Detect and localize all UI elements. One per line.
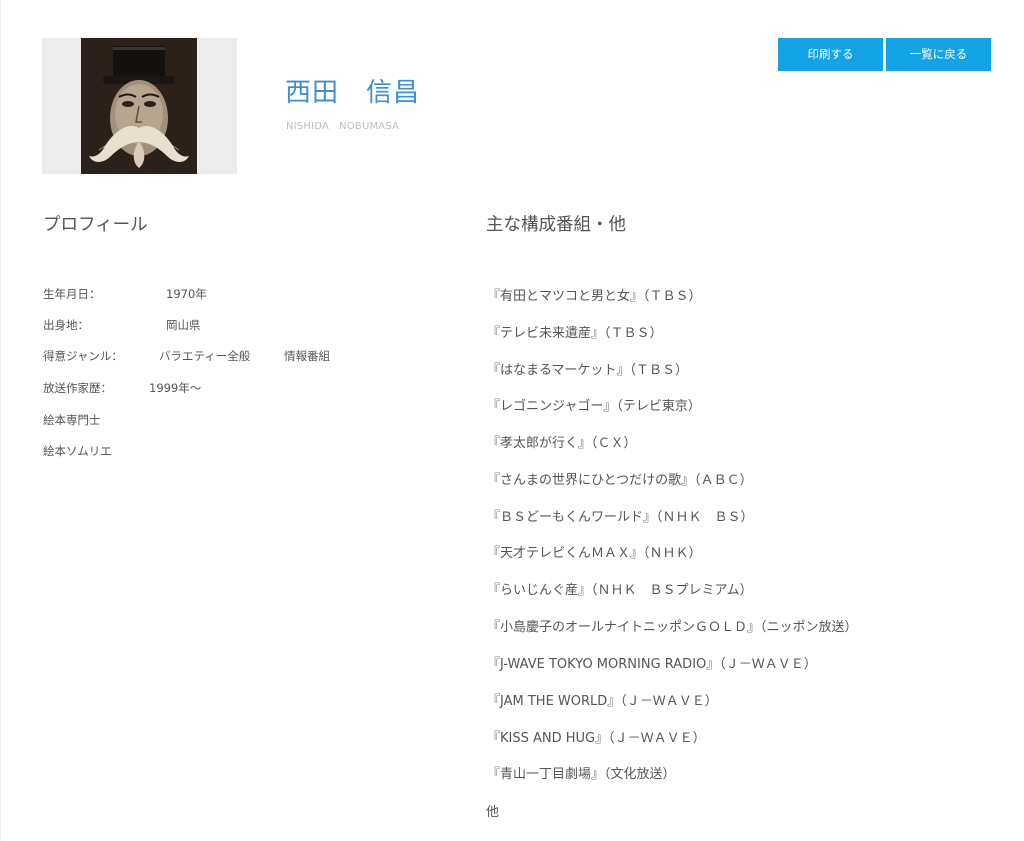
profile-label: 絵本専門士	[43, 413, 101, 427]
print-button[interactable]: 印刷する	[778, 38, 883, 71]
works-item: 『孝太郎が行く』（ＣＸ）	[487, 436, 637, 451]
profile-label: 出身地：	[43, 318, 89, 332]
works-item: 『はなまるマーケット』（ＴＢＳ）	[487, 363, 688, 378]
portrait-frame	[42, 38, 237, 174]
works-item: 『小島慶子のオールナイトニッポンＧＯＬＤ』（ニッポン放送）	[487, 620, 858, 635]
works-item: 『レゴニンジャゴー』（テレビ東京）	[487, 399, 701, 414]
works-item: 『有田とマツコと男と女』（ＴＢＳ）	[487, 289, 702, 304]
profile-row-birthdate: 生年月日： 1970年	[43, 286, 207, 302]
works-item: 『JAM THE WORLD』（Ｊ－ＷＡＶＥ）	[487, 694, 718, 709]
profile-row-qualification: 絵本専門士	[43, 412, 101, 428]
works-item: 『天才テレビくんＭＡＸ』（ＮＨＫ）	[487, 546, 702, 561]
profile-page: 西田 信昌 NISHIDA NOBUMASA 印刷する 一覧に戻る プロフィール…	[0, 0, 1024, 841]
works-item: 『KISS AND HUG』（Ｊ－ＷＡＶＥ）	[487, 731, 706, 746]
profile-row-qualification: 絵本ソムリエ	[43, 443, 112, 459]
works-item: 『ＢＳどーもくんワールド』（ＮＨＫ ＢＳ）	[487, 510, 754, 525]
portrait-image	[81, 38, 197, 174]
works-item: 『テレビ未来遺産』（ＴＢＳ）	[487, 326, 663, 341]
profile-label: 絵本ソムリエ	[43, 444, 112, 458]
works-item-others: 他	[486, 805, 500, 820]
profile-heading: プロフィール	[43, 215, 148, 235]
profile-value: バラエティー全般	[159, 349, 251, 363]
profile-value-secondary: 情報番組	[284, 349, 330, 363]
person-name-romaji: NISHIDA NOBUMASA	[286, 121, 400, 132]
works-item: 『J-WAVE TOKYO MORNING RADIO』（Ｊ－ＷＡＶＥ）	[487, 657, 817, 672]
profile-value: 1999年〜	[149, 381, 202, 395]
profile-label: 放送作家歴：	[43, 381, 112, 395]
profile-value: 1970年	[166, 287, 207, 301]
profile-label: 生年月日：	[43, 287, 101, 301]
works-item: 『らいじんぐ産』（ＮＨＫ ＢＳプレミアム）	[487, 583, 753, 598]
back-to-list-button[interactable]: 一覧に戻る	[886, 38, 991, 71]
profile-row-genre: 得意ジャンル： バラエティー全般 情報番組	[43, 348, 330, 364]
works-heading: 主な構成番組・他	[486, 215, 626, 235]
profile-row-career: 放送作家歴： 1999年〜	[43, 380, 201, 396]
works-item: 『さんまの世界にひとつだけの歌』（ＡＢＣ）	[487, 473, 753, 488]
works-item: 『青山一丁目劇場』（文化放送）	[487, 767, 676, 782]
profile-row-birthplace: 出身地： 岡山県	[43, 317, 201, 333]
person-name: 西田 信昌	[285, 78, 421, 108]
profile-label: 得意ジャンル：	[43, 349, 123, 363]
profile-value: 岡山県	[166, 318, 201, 332]
